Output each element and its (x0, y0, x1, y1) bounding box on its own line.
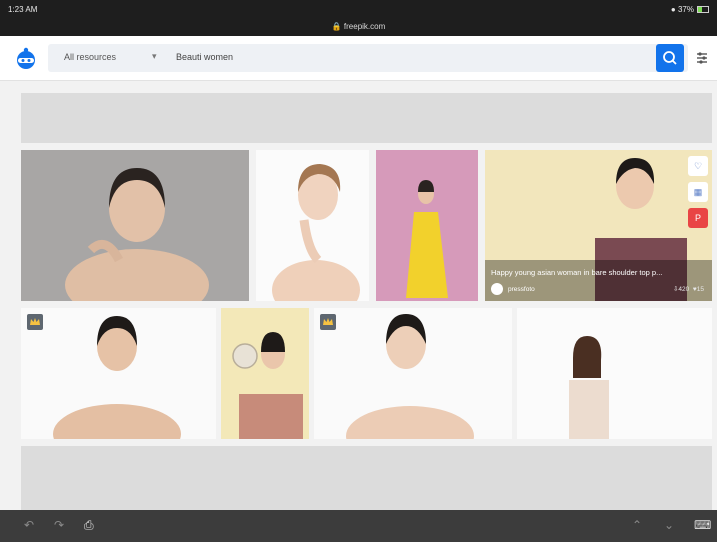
woman-photo (256, 150, 369, 301)
wifi-icon: ● (670, 5, 676, 14)
search-bar: All resources ▾ (48, 44, 688, 72)
premium-crown-icon (320, 314, 336, 330)
woman-photo (517, 308, 712, 439)
status-time: 1:23 AM (8, 5, 38, 14)
heart-outline-icon: ♡ (693, 161, 703, 171)
filter-icon (697, 52, 707, 64)
status-bar: 1:23 AM 🔒 freepik.com ● 37% (0, 0, 717, 36)
ad-banner-bottom (21, 446, 712, 510)
ad-banner-top (21, 93, 712, 143)
premium-crown-icon (27, 314, 43, 330)
page-url: freepik.com (343, 22, 386, 31)
like-button[interactable]: ♡ (688, 156, 708, 176)
download-count: 420 (678, 286, 690, 293)
woman-photo (21, 308, 216, 439)
clipboard-icon[interactable]: ⎙ (84, 518, 94, 533)
browser-page: All resources ▾ Beauti women Happy young… (0, 36, 717, 510)
image-card[interactable] (21, 308, 216, 439)
author-name[interactable]: pressfoto (508, 286, 535, 293)
freepik-logo-icon[interactable] (14, 46, 38, 70)
avatar (491, 283, 503, 295)
search-button[interactable] (656, 44, 684, 72)
image-stats: ⇩420 ♥15 (673, 285, 704, 293)
woman-photo (314, 308, 512, 439)
search-icon (663, 51, 677, 65)
browser-toolbar: ↶ ↷ ⎙ ⌃ ⌄ ⌨ (0, 510, 717, 542)
resource-type-select[interactable]: All resources (64, 52, 116, 62)
address-bar[interactable]: 🔒 freepik.com (0, 22, 717, 31)
keyboard-icon[interactable]: ⌨ (694, 518, 711, 532)
woman-photo (21, 150, 249, 301)
collection-button[interactable]: ▦ (688, 182, 708, 202)
image-card[interactable] (517, 308, 712, 439)
battery-icon (697, 6, 709, 14)
pinterest-button[interactable]: P (688, 208, 708, 228)
image-card[interactable] (221, 308, 309, 439)
woman-photo (376, 150, 478, 301)
image-card[interactable] (256, 150, 369, 301)
pinterest-icon: P (694, 213, 701, 223)
collection-icon: ▦ (693, 187, 703, 197)
image-caption[interactable]: Happy young asian woman in bare shoulder… (491, 268, 705, 277)
chevron-down-icon[interactable]: ⌄ (664, 518, 674, 532)
featured-image-card[interactable]: Happy young asian woman in bare shoulder… (485, 150, 712, 301)
status-indicators: ● 37% (671, 5, 709, 14)
redo-icon[interactable]: ↷ (54, 518, 64, 532)
image-card[interactable] (376, 150, 478, 301)
woman-photo (485, 150, 712, 301)
site-header: All resources ▾ (0, 36, 717, 81)
battery-level: 37% (677, 5, 694, 14)
filter-button[interactable] (690, 44, 714, 72)
chevron-up-icon[interactable]: ⌃ (632, 518, 642, 532)
woman-photo (221, 308, 309, 439)
chevron-down-icon[interactable]: ▾ (152, 51, 157, 62)
image-card[interactable] (314, 308, 512, 439)
undo-icon[interactable]: ↶ (24, 518, 34, 532)
image-card[interactable] (21, 150, 249, 301)
author-info[interactable]: pressfoto (491, 283, 535, 295)
search-input[interactable] (176, 52, 576, 62)
like-count: 15 (696, 286, 704, 293)
